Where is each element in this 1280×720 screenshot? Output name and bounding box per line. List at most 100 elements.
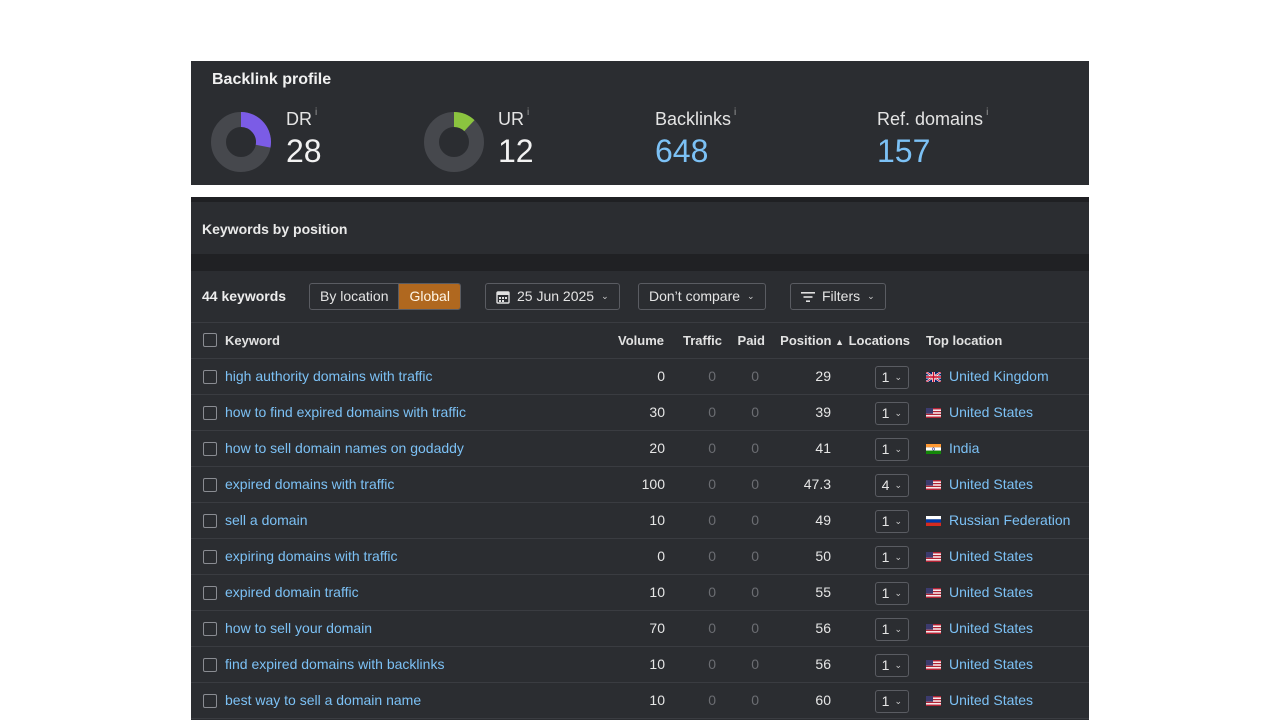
dr-label: DR i [286,107,318,129]
locations-count: 1 [881,405,890,421]
locations-dropdown[interactable]: 1 ⌄ [874,546,909,569]
backlinks-label: Backlinks i [655,107,737,129]
select-all-checkbox[interactable] [203,333,217,347]
info-icon[interactable]: i [734,107,736,118]
locations-dropdown[interactable]: 1 ⌄ [874,618,909,641]
top-location-link[interactable]: United Kingdom [949,368,1049,384]
table-row: high authority domains with traffic 0 0 0 29… [191,359,1089,395]
paid-cell: 0 [751,584,759,600]
section-divider [191,254,1089,271]
chevron-down-icon: ⌄ [894,588,902,598]
row-checkbox[interactable] [203,514,217,528]
by-location-tab[interactable]: By location [310,284,398,309]
row-checkbox[interactable] [203,406,217,420]
col-volume[interactable]: Volume [618,333,664,348]
paid-cell: 0 [751,368,759,384]
top-location-link[interactable]: United States [949,476,1033,492]
top-location-link[interactable]: United States [949,620,1033,636]
top-location-link[interactable]: United States [949,548,1033,564]
keyword-link[interactable]: sell a domain [225,512,308,528]
locations-dropdown[interactable]: 1 ⌄ [874,366,909,389]
col-top-location[interactable]: Top location [926,333,1002,348]
locations-dropdown[interactable]: 1 ⌄ [874,654,909,677]
top-location-link[interactable]: India [949,440,979,456]
keyword-link[interactable]: find expired domains with backlinks [225,656,444,672]
col-locations[interactable]: Locations [849,333,910,348]
paid-cell: 0 [751,656,759,672]
info-icon[interactable]: i [986,107,988,118]
chevron-down-icon: ⌄ [894,624,902,634]
keyword-link[interactable]: high authority domains with traffic [225,368,433,384]
row-checkbox[interactable] [203,658,217,672]
volume-cell: 0 [657,548,665,564]
top-location-link[interactable]: United States [949,692,1033,708]
row-checkbox[interactable] [203,622,217,636]
volume-cell: 70 [649,620,665,636]
backlink-profile-title: Backlink profile [212,71,332,88]
locations-count: 1 [881,657,890,673]
ur-donut-chart [424,112,484,172]
traffic-cell: 0 [708,368,716,384]
date-label: 25 Jun 2025 [517,288,595,304]
keyword-link[interactable]: expired domains with traffic [225,476,394,492]
location-segmented-control: By location Global [309,283,461,310]
info-icon[interactable]: i [315,107,317,118]
backlinks-value[interactable]: 648 [655,135,708,167]
row-checkbox[interactable] [203,442,217,456]
ref-domains-value[interactable]: 157 [877,135,930,167]
paid-cell: 0 [751,440,759,456]
volume-cell: 30 [649,404,665,420]
keywords-panel: Keywords by position 44 keywords By loca… [191,197,1089,720]
locations-dropdown[interactable]: 4 ⌄ [874,474,909,497]
chevron-down-icon: ⌄ [601,291,609,301]
position-cell: 50 [815,548,831,564]
col-position[interactable]: Position ▲ [780,333,844,348]
compare-dropdown[interactable]: Don’t compare ⌄ [638,283,766,310]
keyword-link[interactable]: expired domain traffic [225,584,359,600]
chevron-down-icon: ⌄ [894,552,902,562]
donut-value-arc [240,112,271,148]
col-paid[interactable]: Paid [738,333,765,348]
locations-dropdown[interactable]: 1 ⌄ [874,510,909,533]
chevron-down-icon: ⌄ [894,696,902,706]
locations-count: 1 [881,513,890,529]
us-flag-icon [926,696,941,706]
info-icon[interactable]: i [527,107,529,118]
traffic-cell: 0 [708,476,716,492]
top-location-link[interactable]: Russian Federation [949,512,1070,528]
paid-cell: 0 [751,692,759,708]
keyword-link[interactable]: how to sell your domain [225,620,372,636]
filters-button[interactable]: Filters ⌄ [790,283,886,310]
volume-cell: 10 [649,656,665,672]
row-checkbox[interactable] [203,586,217,600]
top-location-link[interactable]: United States [949,584,1033,600]
keyword-link[interactable]: expiring domains with traffic [225,548,397,564]
keyword-link[interactable]: how to sell domain names on godaddy [225,440,464,456]
locations-count: 1 [881,441,890,457]
ref-domains-label: Ref. domains i [877,107,989,129]
locations-dropdown[interactable]: 1 ⌄ [874,582,909,605]
keyword-link[interactable]: best way to sell a domain name [225,692,421,708]
locations-dropdown[interactable]: 1 ⌄ [874,402,909,425]
col-keyword[interactable]: Keyword [225,333,280,348]
dr-value: 28 [286,133,322,169]
paid-cell: 0 [751,512,759,528]
row-checkbox[interactable] [203,550,217,564]
global-tab[interactable]: Global [398,284,460,309]
top-location-link[interactable]: United States [949,404,1033,420]
keyword-link[interactable]: how to find expired domains with traffic [225,404,466,420]
chevron-down-icon: ⌄ [894,444,902,454]
row-checkbox[interactable] [203,478,217,492]
locations-dropdown[interactable]: 1 ⌄ [874,438,909,461]
top-location-link[interactable]: United States [949,656,1033,672]
col-traffic[interactable]: Traffic [683,333,722,348]
locations-count: 1 [881,585,890,601]
date-picker-button[interactable]: 25 Jun 2025 ⌄ [485,283,620,310]
keywords-toolbar: 44 keywords By location Global 25 Jun 20… [191,271,1089,323]
row-checkbox[interactable] [203,694,217,708]
volume-cell: 10 [649,512,665,528]
locations-dropdown[interactable]: 1 ⌄ [874,690,909,713]
traffic-cell: 0 [708,620,716,636]
row-checkbox[interactable] [203,370,217,384]
chevron-down-icon: ⌄ [894,480,902,490]
